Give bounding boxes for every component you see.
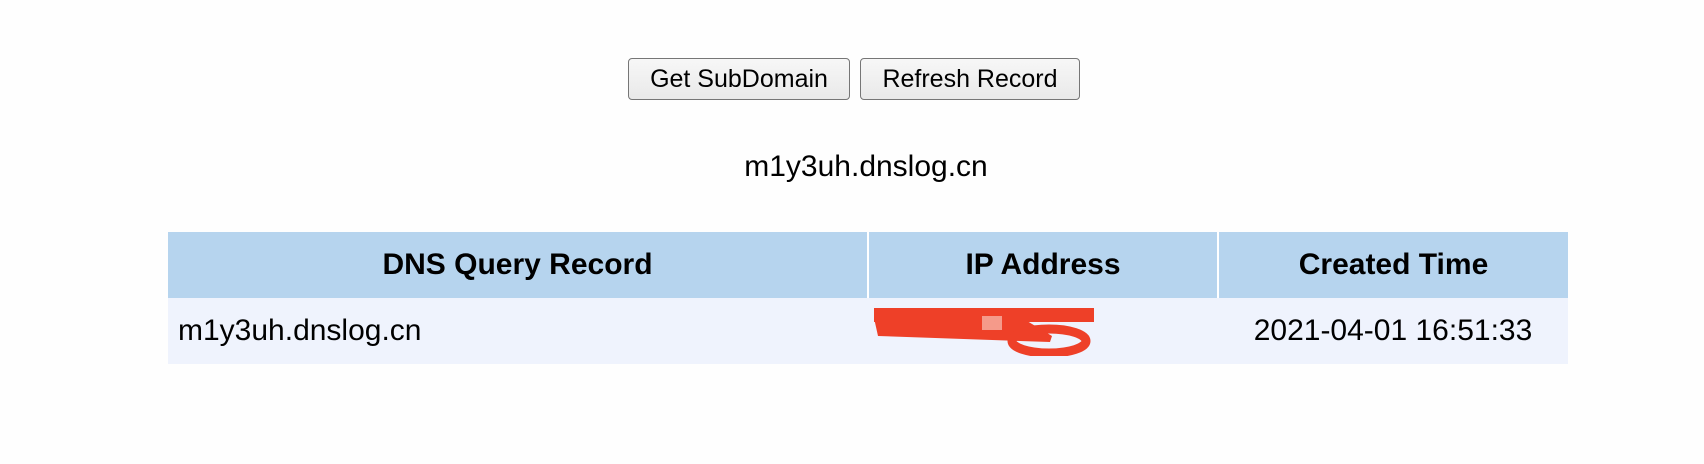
cell-dns-query: m1y3uh.dnslog.cn xyxy=(168,298,868,364)
header-ip-address: IP Address xyxy=(868,232,1219,298)
toolbar: Get SubDomain Refresh Record xyxy=(0,58,1704,100)
header-dns-query-record: DNS Query Record xyxy=(168,232,869,298)
redaction-scribble xyxy=(874,308,1094,356)
dns-records-table: DNS Query Record IP Address Created Time… xyxy=(168,232,1568,364)
header-created-time: Created Time xyxy=(1218,232,1568,298)
dnslog-page: Get SubDomain Refresh Record m1y3uh.dnsl… xyxy=(0,0,1704,464)
table-row: m1y3uh.dnslog.cn 2021-04-01 16:51:33 xyxy=(168,298,1568,364)
table-header-row: DNS Query Record IP Address Created Time xyxy=(168,232,1568,298)
get-subdomain-button[interactable]: Get SubDomain xyxy=(628,58,850,100)
subdomain-display: m1y3uh.dnslog.cn xyxy=(744,150,988,183)
refresh-record-button[interactable]: Refresh Record xyxy=(860,58,1080,100)
cell-ip-address xyxy=(868,298,1218,364)
cell-created-time: 2021-04-01 16:51:33 xyxy=(1218,298,1568,364)
